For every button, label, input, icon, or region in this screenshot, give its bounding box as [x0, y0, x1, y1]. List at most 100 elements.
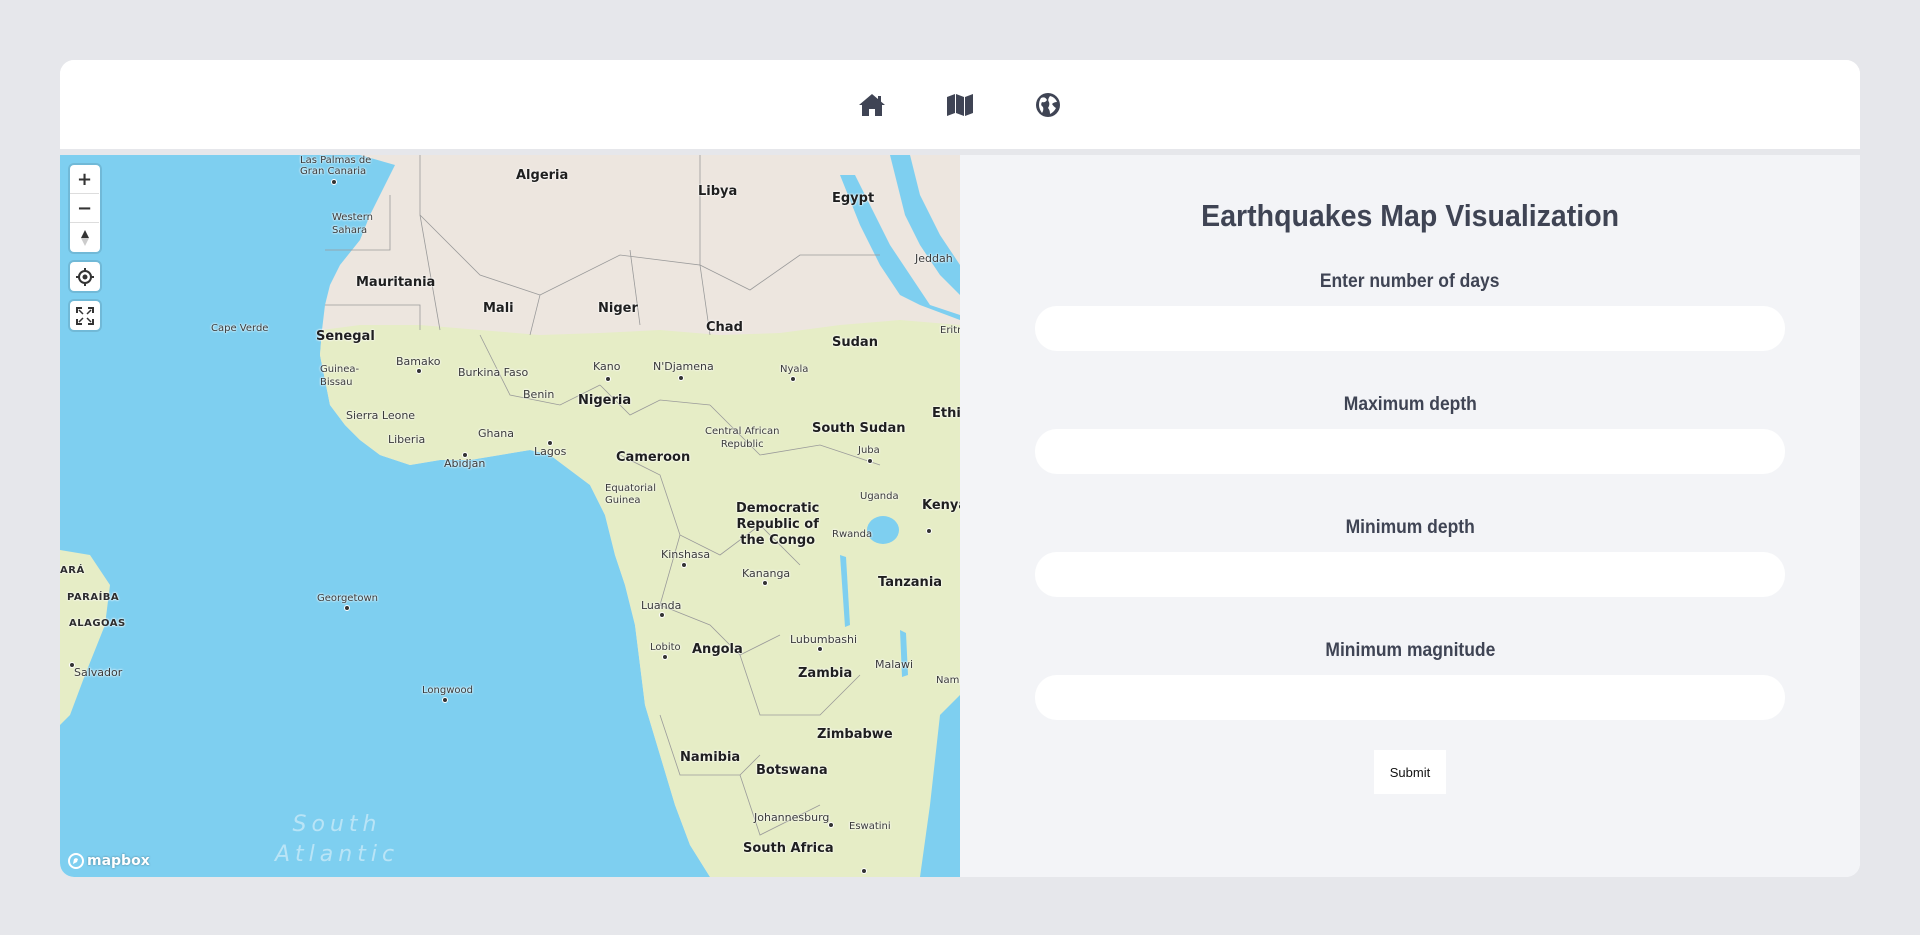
country-label: Equatorial Guinea — [605, 483, 656, 506]
city-label: Georgetown — [317, 593, 379, 604]
country-label: Eritre — [940, 325, 960, 336]
city-label: Lagos — [534, 445, 567, 458]
country-label: Rwanda — [832, 529, 873, 540]
city-dot — [681, 562, 687, 568]
compass-button[interactable] — [70, 223, 99, 252]
city-dot — [867, 458, 873, 464]
fullscreen-icon — [75, 306, 94, 325]
country-label: Burkina Faso — [458, 366, 529, 379]
city-dot — [662, 654, 668, 660]
city-dot — [462, 452, 468, 458]
days-field: Enter number of days — [960, 271, 1860, 351]
days-input[interactable] — [1035, 306, 1785, 351]
country-label: Chad — [706, 320, 743, 335]
query-form-panel: Earthquakes Map Visualization Enter numb… — [960, 155, 1860, 877]
city-label: Nyala — [780, 364, 809, 375]
country-label: Central African Republic — [705, 426, 780, 450]
ocean-label: South Atlantic — [275, 812, 400, 867]
city-label: Kananga — [742, 567, 791, 580]
city-dot — [926, 528, 932, 534]
nav-globe-button[interactable] — [1034, 91, 1062, 119]
geolocate-control — [70, 262, 100, 291]
country-label: Eswatini — [849, 821, 891, 832]
nav-home-button[interactable] — [858, 91, 886, 119]
city-label: Kinshasa — [661, 548, 711, 561]
city-dot — [762, 580, 768, 586]
country-label: Senegal — [316, 329, 375, 344]
city-dot — [817, 646, 823, 652]
country-label: Liberia — [388, 433, 426, 446]
region-label: PARAÍBA — [67, 592, 120, 603]
country-label: South Africa — [743, 841, 834, 856]
country-label: Sierra Leone — [346, 409, 416, 422]
country-label: Namp — [936, 675, 960, 686]
country-label: Zambia — [798, 666, 853, 681]
app-card: Las Palmas de Gran Canaria Algeria Libya … — [60, 60, 1860, 877]
city-label: Luanda — [641, 599, 682, 612]
city-dot — [416, 368, 422, 374]
zoom-control-group: + − — [70, 165, 100, 252]
min-depth-label: Minimum depth — [1345, 517, 1475, 538]
max-depth-input[interactable] — [1035, 429, 1785, 474]
city-dot — [331, 179, 337, 185]
city-label: Bamako — [396, 355, 441, 368]
city-dot — [605, 376, 611, 382]
country-label: Namibia — [680, 750, 741, 765]
compass-icon — [80, 229, 89, 246]
city-label: Lubumbashi — [790, 633, 858, 646]
country-label: Mauritania — [356, 275, 436, 290]
country-label: Western Sahara — [332, 212, 374, 236]
top-navigation — [60, 60, 1860, 149]
country-label: Zimbabwe — [817, 727, 893, 742]
zoom-out-button[interactable]: − — [70, 194, 99, 223]
city-label: Lobito — [650, 642, 681, 653]
country-label: Tanzania — [878, 575, 943, 590]
map-view[interactable]: Las Palmas de Gran Canaria Algeria Libya … — [60, 155, 960, 877]
crosshair-icon — [75, 267, 94, 286]
city-label: Cape Verde — [211, 323, 269, 334]
zoom-in-button[interactable]: + — [70, 165, 99, 194]
city-dot — [678, 375, 684, 381]
city-label: Juba — [858, 445, 880, 456]
country-label: South Sudan — [812, 421, 906, 436]
country-label: Democratic Republic of the Congo — [736, 501, 820, 548]
country-label: Botswana — [756, 763, 828, 778]
city-dot — [659, 612, 665, 618]
min-magnitude-label: Minimum magnitude — [1325, 640, 1495, 661]
city-dot — [442, 697, 448, 703]
city-dot — [69, 662, 75, 668]
country-label: Benin — [523, 388, 555, 401]
city-dot — [861, 868, 867, 874]
days-label: Enter number of days — [1320, 271, 1500, 292]
city-label: Las Palmas de Gran Canaria — [300, 155, 372, 177]
min-depth-input[interactable] — [1035, 552, 1785, 597]
country-label: Ethi — [932, 406, 960, 421]
country-label: Ghana — [478, 427, 514, 440]
country-label: Sudan — [832, 335, 878, 350]
min-depth-field: Minimum depth — [960, 517, 1860, 597]
submit-button[interactable]: Submit — [1374, 750, 1446, 794]
city-dot — [344, 605, 350, 611]
nav-map-button[interactable] — [946, 91, 974, 119]
mapbox-mark-icon — [68, 853, 84, 869]
country-label: Kenya — [922, 498, 960, 513]
geolocate-button[interactable] — [70, 262, 99, 291]
home-icon — [859, 93, 885, 116]
page-title: Earthquakes Map Visualization — [1201, 198, 1619, 233]
fullscreen-button[interactable] — [70, 301, 99, 330]
country-label: Malawi — [875, 658, 914, 671]
city-dot — [790, 376, 796, 382]
min-magnitude-input[interactable] — [1035, 675, 1785, 720]
region-label: ALAGOAS — [69, 618, 126, 629]
max-depth-label: Maximum depth — [1343, 394, 1477, 415]
city-label: Abidjan — [444, 457, 486, 470]
max-depth-field: Maximum depth — [960, 394, 1860, 474]
country-label: Egypt — [832, 191, 875, 206]
country-label: Libya — [698, 184, 738, 199]
region-label: ARÁ — [60, 565, 85, 576]
min-magnitude-field: Minimum magnitude — [960, 640, 1860, 720]
city-label: Johannesburg — [754, 811, 830, 824]
country-label: Algeria — [516, 168, 569, 183]
city-dot — [828, 822, 834, 828]
mapbox-logo[interactable]: mapbox — [68, 853, 150, 869]
